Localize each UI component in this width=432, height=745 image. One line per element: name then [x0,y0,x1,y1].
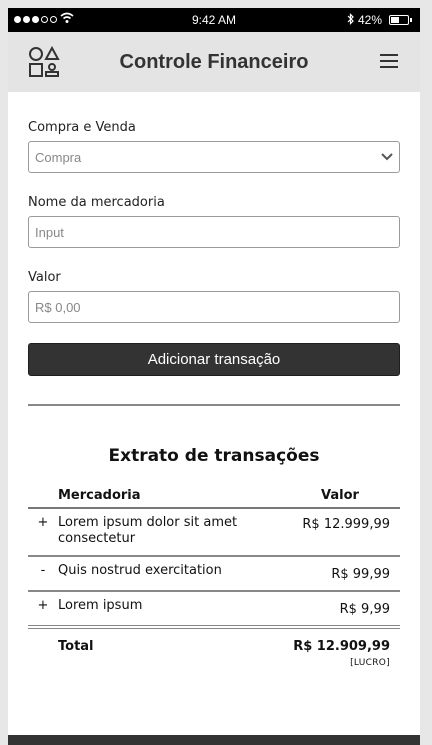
statement-section: Extrato de transações Mercadoria Valor +… [8,446,420,676]
transaction-value: R$ 9,99 [339,602,390,617]
type-select-value: Compra [35,149,82,165]
total-value-cell: R$ 12.909,99 [LUCRO] [280,627,400,676]
app-header: Controle Financeiro [8,32,420,92]
transaction-name: Quis nostrud exercitation [58,563,222,578]
item-column-header: Mercadoria [58,488,141,503]
transaction-sign: - [40,563,46,578]
transaction-value: R$ 99,99 [331,567,390,582]
table-row: - Quis nostrud exercitation R$ 99,99 [28,556,400,591]
name-input[interactable] [28,216,400,248]
statement-title: Extrato de transações [108,446,320,466]
phone-screen: 9:42 AM 42% Controle Financeiro Compra e… [8,8,420,745]
bluetooth-icon [347,13,355,28]
table-header-row: Mercadoria Valor [28,484,400,508]
transaction-name: Lorem ipsum dolor sit amet consectetur [58,515,238,546]
bottom-bar [8,735,420,745]
transaction-form: Compra e Venda Compra Nome da mercadoria… [8,92,420,406]
value-label: Valor [28,270,61,285]
sign-column-header [28,484,58,508]
value-input[interactable] [28,291,400,323]
chevron-down-icon [381,153,393,161]
transaction-sign: + [37,598,49,613]
transactions-table: Mercadoria Valor + Lorem ipsum dolor sit… [28,484,400,676]
total-value: R$ 12.909,99 [293,639,390,654]
table-row: + Lorem ipsum R$ 9,99 [28,591,400,627]
name-field: Nome da mercadoria [28,195,400,248]
type-field: Compra e Venda Compra [28,120,400,173]
table-row: + Lorem ipsum dolor sit amet consectetur… [28,508,400,556]
profit-status-badge: [LUCRO] [350,658,390,668]
transaction-name: Lorem ipsum [58,598,143,613]
status-bar: 9:42 AM 42% [8,8,420,32]
app-title: Controle Financeiro [119,50,309,73]
type-label: Compra e Venda [28,120,136,135]
value-column-header: Valor [321,488,359,503]
shapes-icon [29,46,60,77]
name-label: Nome da mercadoria [28,195,165,210]
battery-icon [389,15,412,25]
total-sign-cell [28,627,58,676]
total-label: Total [58,639,94,654]
value-field: Valor [28,270,400,323]
type-select[interactable]: Compra [28,141,400,173]
battery-percentage: 42% [358,13,383,27]
transaction-sign: + [37,515,49,530]
add-transaction-button[interactable]: Adicionar transação [28,343,400,376]
section-divider [28,404,400,406]
total-row: Total R$ 12.909,99 [LUCRO] [28,627,400,676]
hamburger-menu-icon[interactable] [380,54,398,68]
transaction-value: R$ 12.999,99 [302,517,390,532]
